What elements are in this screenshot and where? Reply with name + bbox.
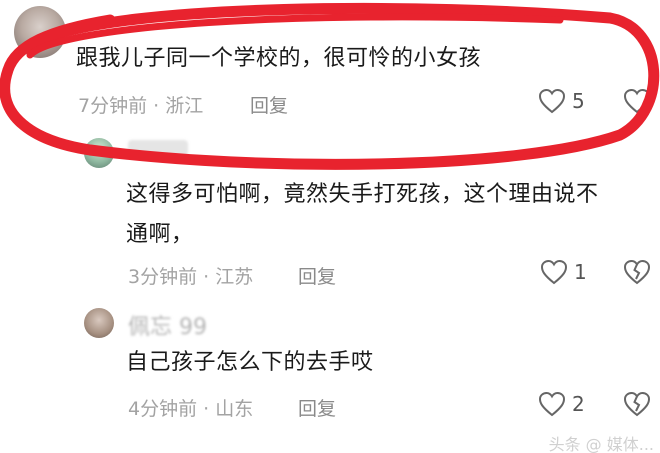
like-button[interactable]: 5	[538, 88, 585, 114]
comment-text: 跟我儿子同一个学校的，很可怜的小女孩	[76, 46, 482, 71]
comment-meta: 3分钟前 · 江苏	[128, 266, 254, 288]
heart-icon	[540, 259, 568, 285]
broken-heart-icon[interactable]	[622, 88, 652, 114]
comment-meta: 7分钟前 · 浙江	[78, 95, 204, 117]
heart-icon	[538, 391, 566, 417]
watermark: 头条 @ 媒体...	[548, 435, 654, 453]
comments-page: 跟我儿子同一个学校的，很可怜的小女孩 7分钟前 · 浙江 回复 5 这得多可怕啊…	[0, 0, 660, 453]
like-count: 5	[572, 89, 585, 113]
reply-button[interactable]: 回复	[298, 262, 336, 289]
comment-text-line1: 这得多可怕啊，竟然失手打死孩，这个理由说不	[126, 182, 599, 207]
avatar[interactable]	[84, 138, 114, 168]
username[interactable]: 佩忘 99	[128, 309, 207, 341]
heart-icon	[538, 88, 566, 114]
like-count: 2	[572, 392, 585, 416]
username-blurred	[128, 140, 188, 156]
like-button[interactable]: 2	[538, 391, 585, 417]
comment-text-line2: 通啊，	[126, 222, 194, 247]
comment-text: 自己孩子怎么下的去手哎	[126, 350, 374, 375]
broken-heart-icon[interactable]	[622, 391, 652, 417]
reply-button[interactable]: 回复	[298, 394, 336, 421]
comment-meta: 4分钟前 · 山东	[128, 398, 254, 420]
reply-button[interactable]: 回复	[250, 91, 288, 118]
like-count: 1	[574, 260, 587, 284]
avatar[interactable]	[84, 308, 114, 338]
avatar[interactable]	[14, 6, 66, 58]
broken-heart-icon[interactable]	[622, 259, 652, 285]
like-button[interactable]: 1	[540, 259, 587, 285]
